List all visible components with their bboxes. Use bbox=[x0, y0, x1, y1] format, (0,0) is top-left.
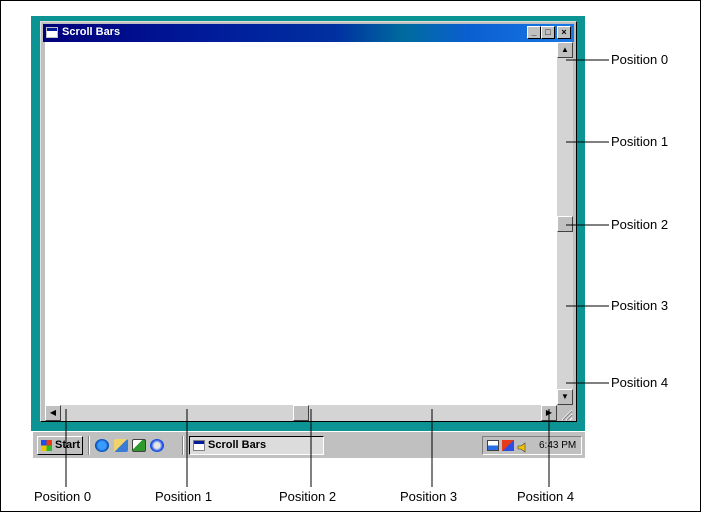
task-button-scroll-bars[interactable]: Scroll Bars bbox=[189, 436, 324, 455]
volume-icon[interactable] bbox=[517, 440, 529, 453]
scroll-down-button[interactable]: ▼ bbox=[557, 389, 573, 405]
window-icon[interactable] bbox=[46, 27, 58, 38]
scroll-up-button[interactable]: ▲ bbox=[557, 42, 573, 58]
ie-icon[interactable] bbox=[95, 439, 109, 452]
horizontal-position-label: Position 0 bbox=[34, 489, 92, 504]
taskbar-separator bbox=[88, 436, 90, 455]
minimize-button[interactable]: _ bbox=[527, 26, 541, 39]
vertical-scroll-thumb[interactable] bbox=[557, 215, 573, 232]
vertical-position-label: Position 1 bbox=[611, 134, 669, 149]
taskbar-separator bbox=[182, 436, 184, 455]
start-button[interactable]: Start bbox=[37, 436, 83, 455]
vertical-scrollbar[interactable]: ▲ ▼ bbox=[557, 42, 573, 405]
arrow-up-icon: ▲ bbox=[561, 45, 569, 54]
scroll-left-button[interactable]: ◀ bbox=[45, 405, 61, 421]
title-bar[interactable]: Scroll Bars _ □ × bbox=[43, 24, 574, 42]
arrow-right-icon: ▶ bbox=[545, 408, 553, 417]
network-icon[interactable] bbox=[487, 440, 499, 451]
window-title: Scroll Bars bbox=[62, 26, 121, 38]
windows-logo-icon bbox=[41, 440, 52, 451]
vertical-position-label: Position 0 bbox=[611, 52, 669, 67]
scheduler-icon[interactable] bbox=[502, 440, 514, 451]
scroll-right-button[interactable]: ▶ bbox=[541, 405, 557, 421]
vertical-position-label: Position 2 bbox=[611, 217, 669, 232]
outlook-icon[interactable] bbox=[114, 439, 128, 452]
arrow-down-icon: ▼ bbox=[561, 392, 569, 401]
close-button[interactable]: × bbox=[557, 26, 571, 39]
window-icon bbox=[193, 440, 205, 451]
horizontal-scroll-thumb[interactable] bbox=[293, 405, 309, 421]
horizontal-position-label: Position 2 bbox=[279, 489, 337, 504]
clock[interactable]: 6:43 PM bbox=[539, 440, 576, 451]
horizontal-position-label: Position 1 bbox=[155, 489, 213, 504]
vertical-position-label: Position 3 bbox=[611, 298, 669, 313]
vertical-position-label: Position 4 bbox=[611, 375, 669, 390]
horizontal-scrollbar[interactable]: ◀ ▶ bbox=[45, 405, 557, 421]
task-button-label: Scroll Bars bbox=[208, 439, 267, 451]
system-tray: 6:43 PM bbox=[482, 436, 582, 455]
size-grip[interactable] bbox=[557, 405, 573, 421]
desktop-icon[interactable] bbox=[132, 439, 146, 452]
arrow-left-icon: ◀ bbox=[49, 408, 57, 417]
scroll-bars-window: Scroll Bars _ □ × ▲ ▼ ◀ ▶ bbox=[40, 21, 577, 422]
taskbar: Start Scroll Bars 6:43 PM bbox=[33, 431, 585, 458]
horizontal-position-label: Position 3 bbox=[400, 489, 458, 504]
maximize-button[interactable]: □ bbox=[541, 26, 555, 39]
channel-icon[interactable] bbox=[150, 439, 164, 452]
start-label: Start bbox=[55, 439, 81, 451]
client-area bbox=[45, 42, 557, 405]
resize-grip-icon bbox=[561, 409, 573, 421]
horizontal-position-label: Position 4 bbox=[517, 489, 575, 504]
